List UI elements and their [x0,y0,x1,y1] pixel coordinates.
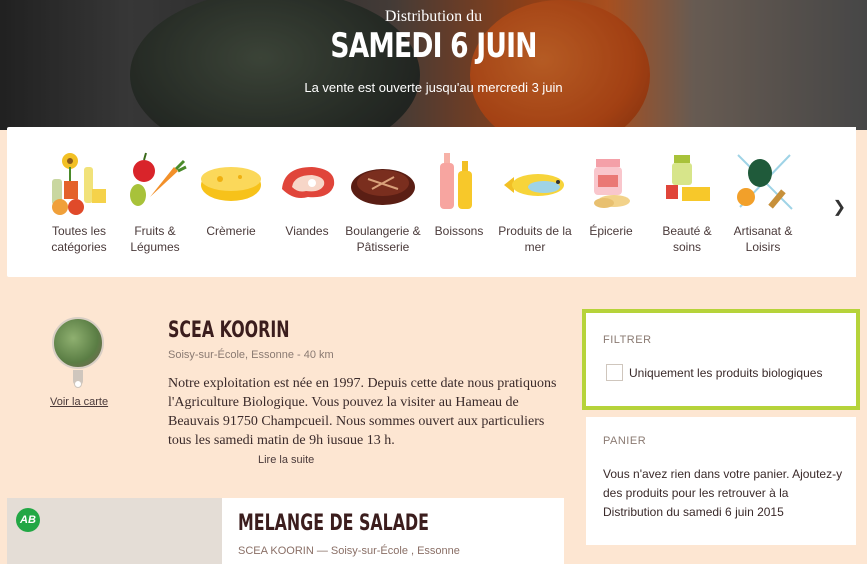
bread-icon [348,149,418,217]
category-cremerie[interactable]: Crèmerie [191,149,271,239]
category-artisanat[interactable]: Artisanat & Loisirs [723,149,803,255]
product-card[interactable]: AB MELANGE DE SALADE SCEA KOORIN — Soisy… [7,498,564,564]
beauty-icon [652,149,722,217]
map-link[interactable]: Voir la carte [50,396,108,408]
product-image [7,498,222,564]
fruits-vegetables-icon [120,149,190,217]
category-bar: Toutes les catégories Fruits & Légumes C… [7,127,856,277]
category-fruits-legumes[interactable]: Fruits & Légumes [115,149,195,255]
hero-subtitle: La vente est ouverte jusqu'au mercredi 3… [304,80,563,95]
category-beaute[interactable]: Beauté & soins [647,149,727,255]
meat-icon [272,149,342,217]
hero-kicker: Distribution du [384,8,483,25]
fish-icon [500,149,570,217]
read-more-link[interactable]: Lire la suite [258,454,314,466]
product-name[interactable]: MELANGE DE SALADE [238,511,429,536]
category-boissons[interactable]: Boissons [419,149,499,239]
all-categories-icon [44,149,114,217]
category-all[interactable]: Toutes les catégories [39,149,119,255]
category-produits-mer[interactable]: Produits de la mer [495,149,575,255]
category-epicerie[interactable]: Épicerie [571,149,651,239]
chevron-right-icon[interactable]: ❯ [833,197,846,217]
jar-icon [576,149,646,217]
filter-heading: FILTRER [603,334,652,346]
cart-panel: PANIER Vous n'avez rien dans votre panie… [586,417,856,545]
category-boulangerie[interactable]: Boulangerie & Pâtisserie [343,149,423,255]
organic-badge-icon: AB [16,508,40,532]
cart-empty-text: Vous n'avez rien dans votre panier. Ajou… [603,467,843,519]
organic-checkbox[interactable] [606,364,623,381]
category-viandes[interactable]: Viandes [267,149,347,239]
filter-panel: FILTRER Uniquement les produits biologiq… [582,309,860,410]
product-producer-meta: SCEA KOORIN — Soisy-sur-École , Essonne [238,545,460,557]
producer-avatar [52,317,104,369]
producer-name[interactable]: SCEA KOORIN [168,318,289,343]
producer-location: Soisy-sur-École, Essonne - 40 km [168,349,334,361]
hero-banner: Distribution du SAMEDI 6 JUIN La vente e… [0,0,867,130]
cheese-icon [196,149,266,217]
organic-checkbox-label[interactable]: Uniquement les produits biologiques [629,366,822,380]
crafts-icon [728,149,798,217]
bottles-icon [424,149,494,217]
cart-heading: PANIER [603,435,647,447]
producer-description: Notre exploitation est née en 1997. Depu… [168,376,557,444]
page-title: SAMEDI 6 JUIN [330,26,537,66]
